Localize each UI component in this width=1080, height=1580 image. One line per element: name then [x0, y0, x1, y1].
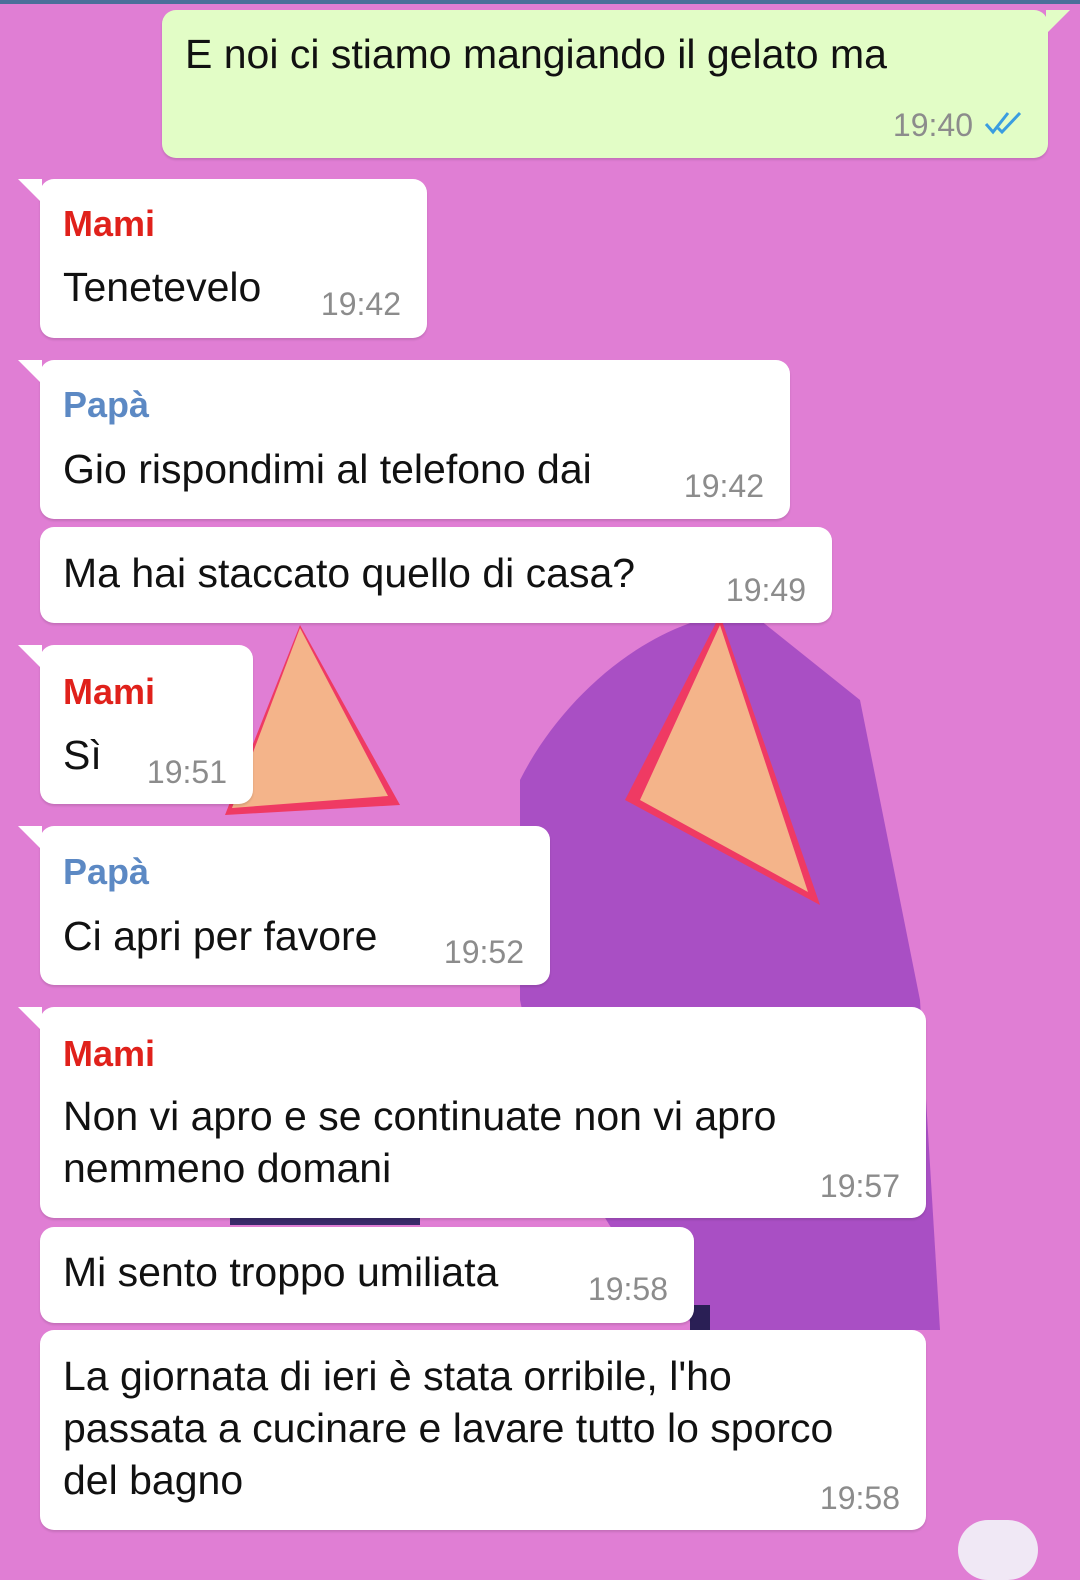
sender-name: Papà	[63, 851, 150, 892]
message-time: 19:42	[320, 286, 401, 322]
message-bubble-incoming[interactable]: La giornata di ieri è stata orribile, l'…	[40, 1330, 926, 1530]
message-bubble-outgoing[interactable]: E noi ci stiamo mangiando il gelato ma 1…	[162, 10, 1070, 158]
message-text: Tenetevelo	[63, 264, 262, 310]
message-bubble-incoming[interactable]: Ma hai staccato quello di casa? 19:49	[40, 527, 832, 623]
message-bubble-incoming[interactable]: Papà Ci apri per favore 19:52	[18, 826, 550, 985]
bubble-tail	[18, 1007, 42, 1031]
message-bubble-incoming[interactable]: Mami Non vi apro e se continuate non vi …	[18, 1007, 926, 1218]
message-time: 19:40	[892, 107, 973, 143]
message-bubble-incoming[interactable]: Mami Tenetevelo 19:42	[18, 179, 427, 338]
bubble-tail	[1046, 10, 1070, 34]
message-text: Sì	[63, 732, 102, 778]
bubble-tail	[18, 645, 42, 669]
message-bubble-incoming[interactable]: Mami Sì 19:51	[18, 645, 253, 804]
message-text: Ci apri per favore	[63, 913, 378, 959]
message-bubble-incoming[interactable]: Mi sento troppo umiliata 19:58	[40, 1227, 694, 1323]
message-text: Gio rispondimi al telefono dai	[63, 446, 592, 492]
message-bubble-incoming[interactable]: Papà Gio rispondimi al telefono dai 19:4…	[18, 360, 790, 519]
scroll-down-button[interactable]	[958, 1520, 1038, 1580]
bubble-tail	[18, 360, 42, 384]
message-time: 19:57	[819, 1168, 900, 1204]
message-time: 19:51	[146, 754, 227, 790]
message-text: Mi sento troppo umiliata	[63, 1249, 499, 1295]
sender-name: Mami	[63, 671, 156, 712]
message-text: La giornata di ieri è stata orribile, l'…	[63, 1353, 834, 1503]
sender-name: Mami	[63, 1033, 156, 1074]
message-text: Non vi apro e se continuate non vi apro …	[63, 1093, 777, 1191]
sender-name: Papà	[63, 384, 150, 425]
message-time: 19:42	[683, 468, 764, 504]
message-time: 19:58	[819, 1480, 900, 1516]
message-text: E noi ci stiamo mangiando il gelato ma	[185, 31, 887, 77]
message-time: 19:58	[587, 1271, 668, 1307]
message-time: 19:52	[443, 934, 524, 970]
message-time: 19:49	[725, 572, 806, 608]
bubble-tail	[18, 826, 42, 850]
bubble-tail	[18, 179, 42, 203]
message-text: Ma hai staccato quello di casa?	[63, 550, 636, 596]
sender-name: Mami	[63, 203, 156, 244]
double-check-read-icon	[984, 111, 1022, 135]
